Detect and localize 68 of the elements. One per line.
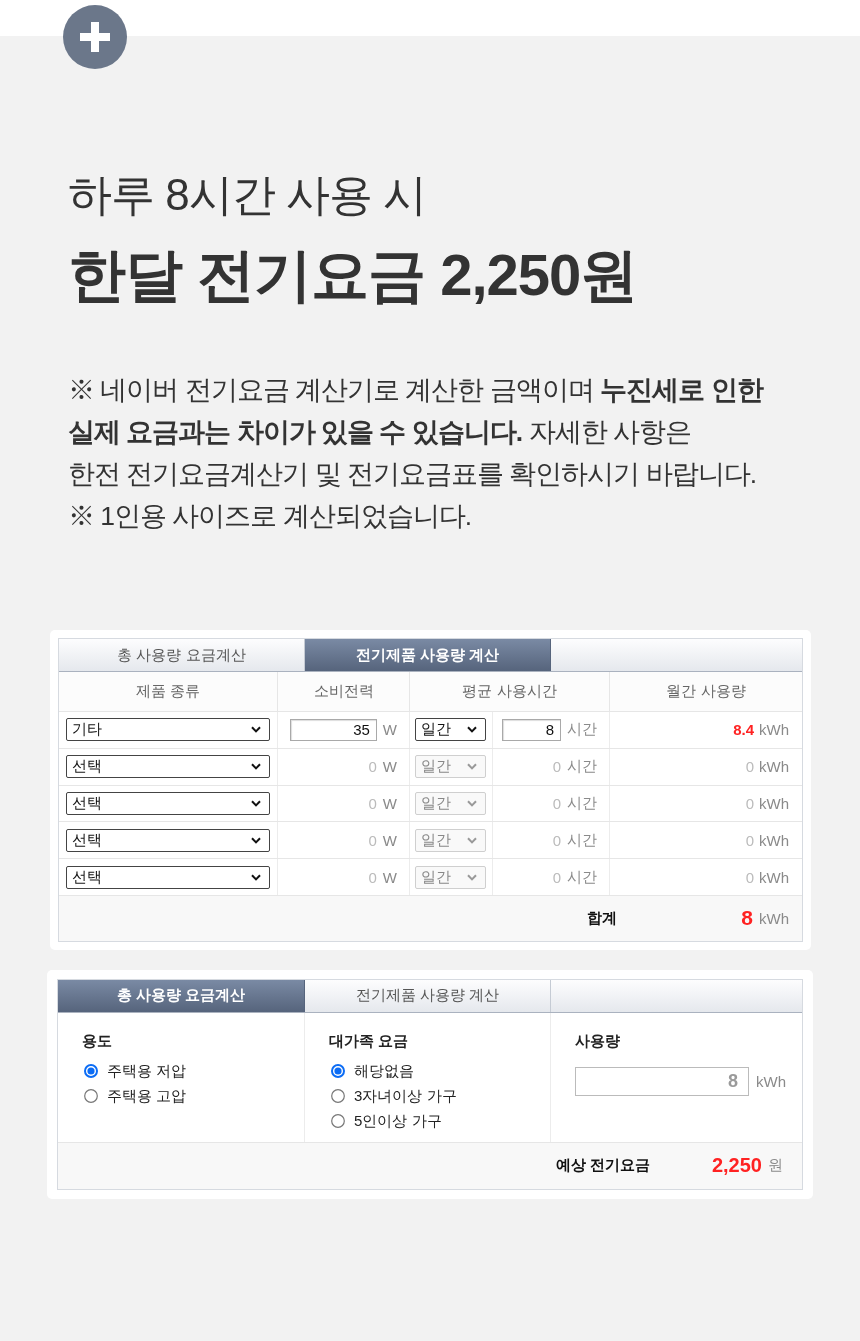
radio-option[interactable]: 주택용 고압 (82, 1084, 187, 1109)
usage-value: 0 (745, 758, 754, 776)
total-label: 합계 (587, 909, 618, 928)
power-value: 0 (368, 758, 377, 776)
unit-label: kWh (759, 758, 789, 776)
period-select[interactable]: 일간 (415, 718, 486, 742)
unit-label: 원 (768, 1156, 783, 1176)
unit-label: W (382, 758, 397, 776)
chevron-down-icon (251, 726, 261, 734)
radio-option[interactable]: 3자녀이상 가구 (329, 1084, 457, 1109)
hours-value: 0 (552, 758, 561, 776)
group-title: 사용량 (575, 1031, 620, 1051)
hours-value: 0 (552, 868, 561, 886)
chevron-down-icon (251, 800, 261, 807)
unit-label: 시간 (567, 720, 597, 740)
hours-value: 0 (552, 795, 561, 812)
column-header: 평균 사용시간 (410, 672, 610, 711)
column-header: 제품 종류 (59, 672, 278, 711)
unit-label: W (382, 831, 397, 849)
chevron-down-icon (251, 873, 261, 881)
chevron-down-icon (467, 873, 477, 881)
unit-label: kWh (756, 1073, 786, 1090)
column-header: 월간 사용량 (665, 681, 747, 701)
unit-label: kWh (759, 721, 789, 739)
usage-value: 0 (745, 831, 754, 849)
unit-label: kWh (759, 868, 789, 886)
column-header: 소비전력 (278, 672, 410, 711)
radio-option[interactable]: 5인이상 가구 (329, 1109, 442, 1134)
unit-label: 시간 (567, 867, 597, 887)
unit-label: W (382, 795, 397, 812)
estimate-value: 2,250 (711, 1154, 762, 1178)
chevron-down-icon (467, 836, 477, 844)
usage-value: 0 (745, 868, 754, 886)
unit-label: W (382, 721, 397, 739)
usage-value: 0 (745, 795, 754, 812)
power-value: 0 (368, 868, 377, 886)
subtitle: 하루 8시간 사용 시 (68, 169, 427, 221)
power-value: 0 (368, 831, 377, 849)
chevron-down-icon (467, 726, 477, 734)
hours-input[interactable]: 8 (502, 718, 561, 741)
chevron-down-icon (251, 836, 261, 844)
total-value: 8 (741, 906, 753, 931)
radio-option[interactable]: 주택용 저압 (82, 1059, 187, 1084)
chevron-down-icon (251, 763, 261, 771)
estimate-label: 예상 전기요금 (555, 1156, 650, 1176)
tab[interactable]: 전기제품 사용량 계산 (305, 980, 551, 1012)
unit-label: W (382, 868, 397, 886)
chevron-down-icon (467, 763, 477, 771)
group-title: 대가족 요금 (329, 1031, 409, 1051)
power-input[interactable]: 35 (289, 718, 377, 741)
tab[interactable]: 총 사용량 요금계산 (58, 980, 305, 1012)
headline: 한달 전기요금 2,250원 (68, 241, 638, 309)
tab[interactable]: 전기제품 사용량 계산 (305, 639, 551, 671)
unit-label: 시간 (567, 757, 597, 777)
unit-label: 시간 (567, 794, 597, 813)
group-title: 용도 (82, 1031, 112, 1051)
hours-value: 0 (552, 831, 561, 849)
unit-label: 시간 (567, 830, 597, 850)
unit-label: kWh (759, 831, 789, 849)
radio-option[interactable]: 해당없음 (329, 1059, 414, 1084)
unit-label: kWh (759, 795, 789, 812)
note-text: ※ 네이버 전기요금 계산기로 계산한 금액이며 누진세로 인한 실제 요금과는 차이가 있을 수 있습니다. 자세한 사항은 한전 전기요금계산기 및 전기요금표를 확인하시기 바랍니다. (68, 374, 763, 491)
product-select[interactable]: 기타 (66, 718, 270, 742)
usage-value: 8.4 (733, 721, 754, 739)
power-value: 0 (368, 795, 377, 812)
note-text: ※ 1인용 사이즈로 계산되었습니다. (68, 500, 472, 533)
unit-label: kWh (759, 910, 789, 927)
chevron-down-icon (467, 800, 477, 807)
